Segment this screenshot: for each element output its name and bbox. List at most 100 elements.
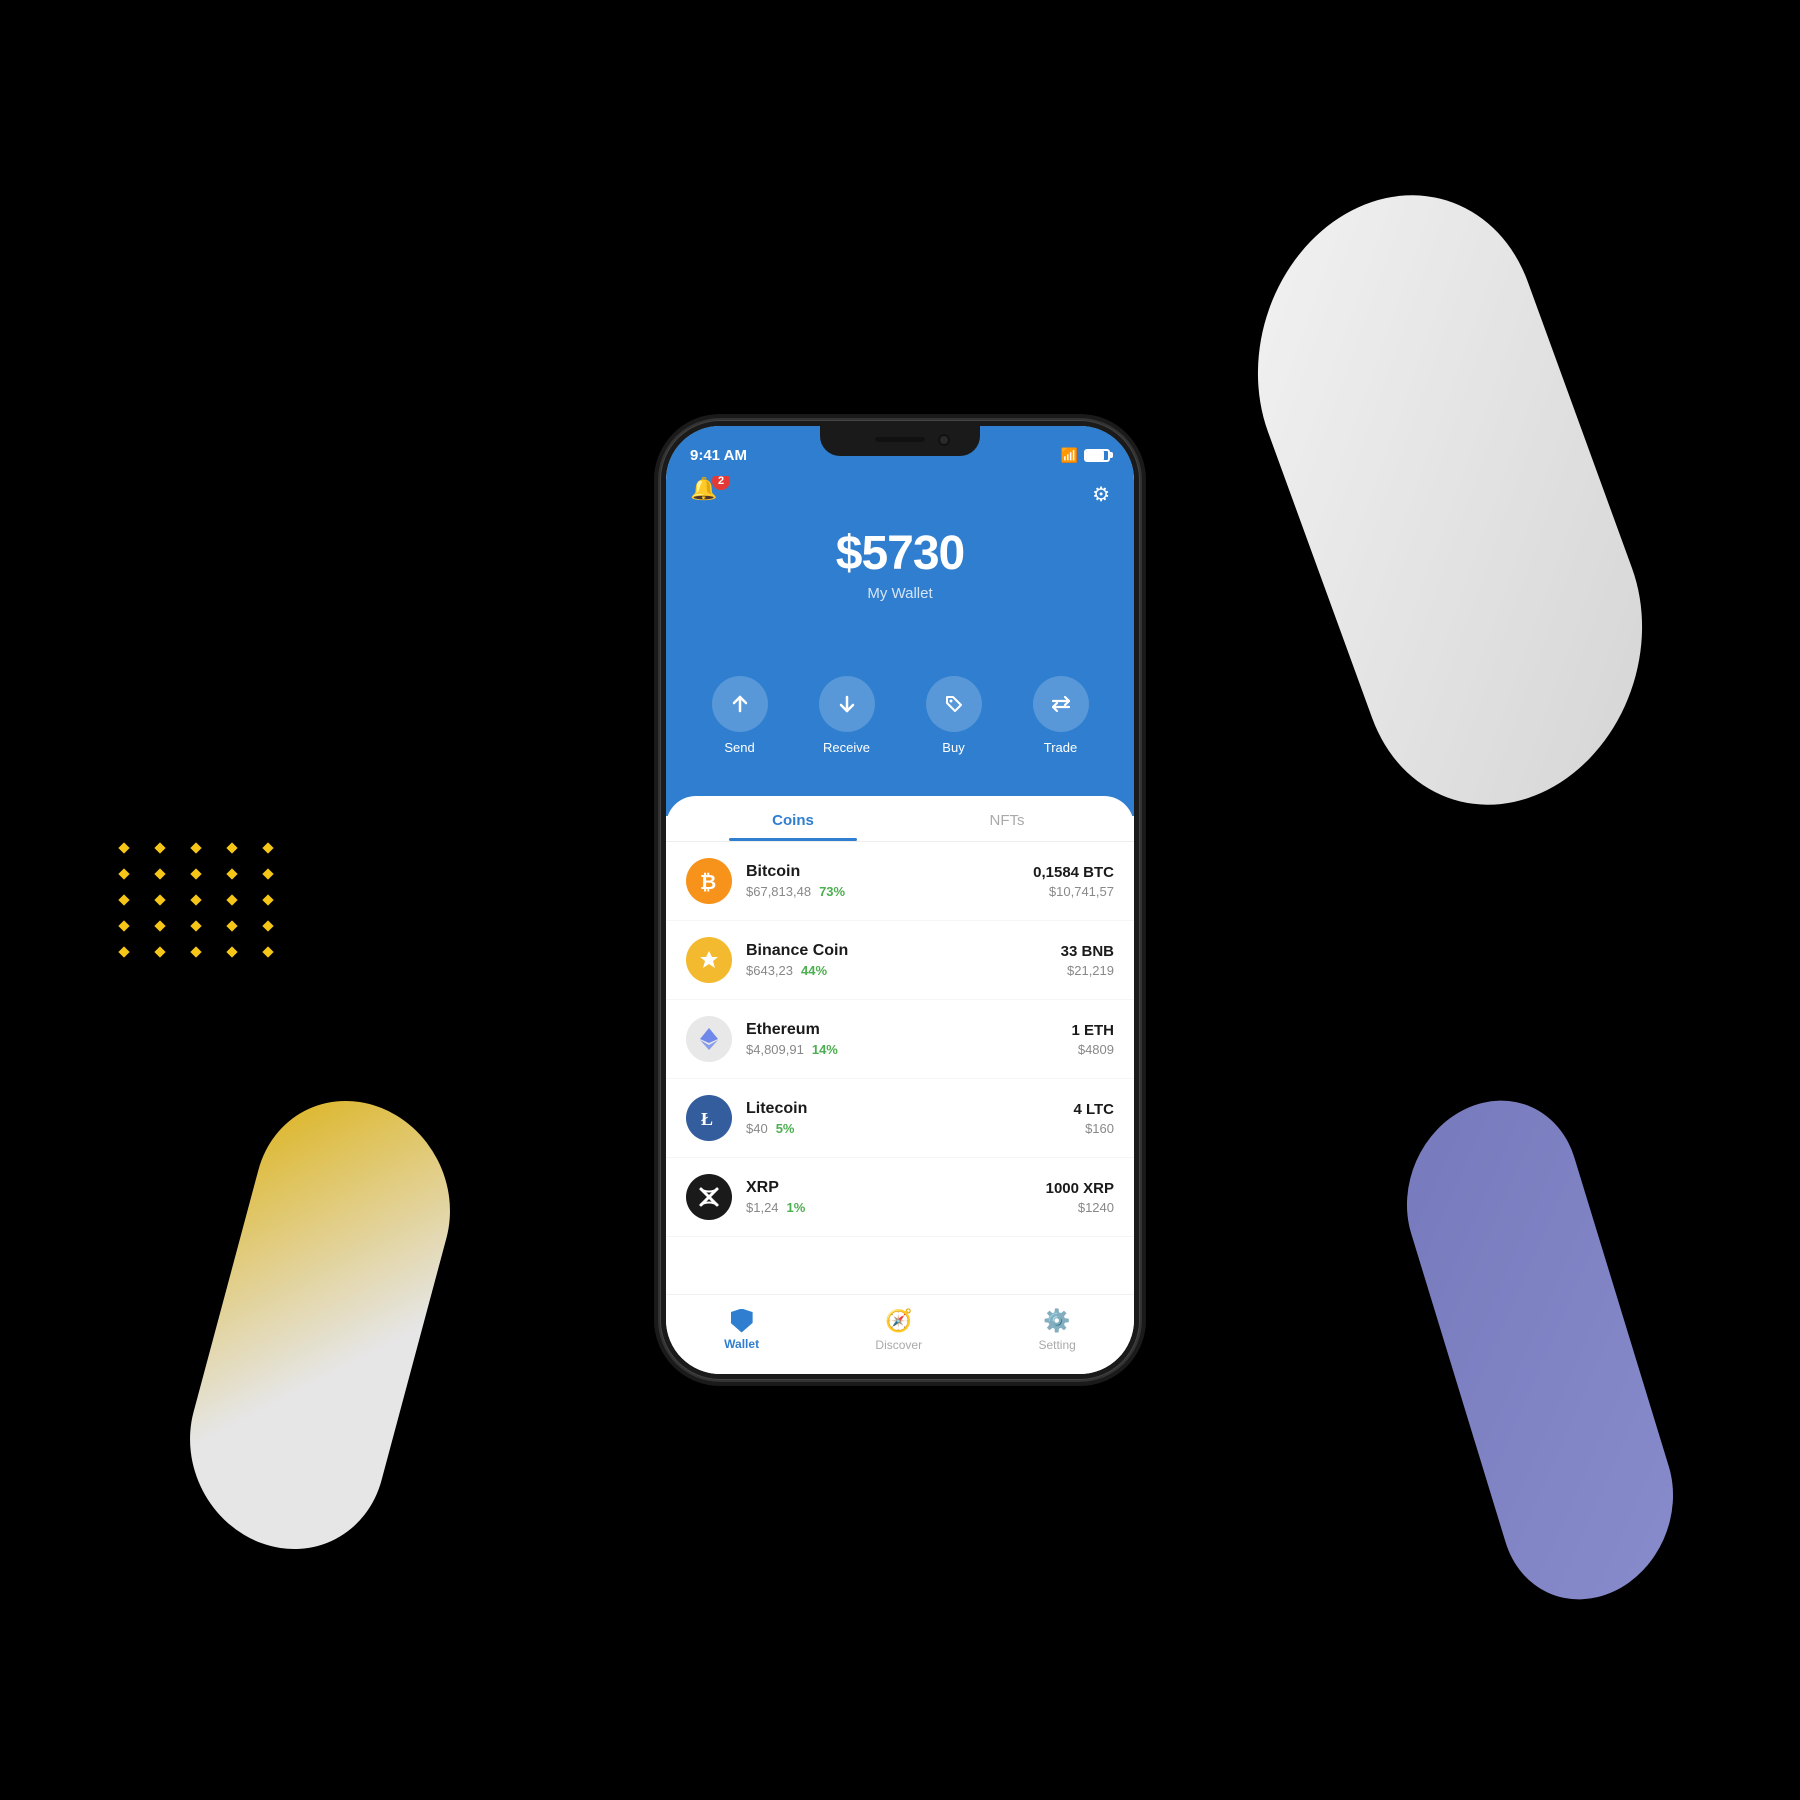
camera: [938, 434, 950, 446]
bnb-pct: 44%: [801, 963, 827, 978]
speaker: [875, 437, 925, 442]
tab-coins[interactable]: Coins: [686, 796, 900, 841]
trade-icon-circle: [1033, 676, 1089, 732]
bnb-icon: [696, 947, 722, 973]
screen: 9:41 AM 📶 🔔 2 ⚙ $5730 My Wallet: [666, 426, 1134, 1374]
nav-wallet-label: Wallet: [724, 1337, 759, 1351]
discover-icon: 🧭: [885, 1308, 912, 1334]
battery-icon: [1084, 449, 1110, 462]
wallet-amount-section: $5730 My Wallet: [666, 526, 1134, 602]
content-area: Coins NFTs ₿ Bitcoin: [666, 796, 1134, 1374]
bnb-value: $21,219: [1061, 963, 1114, 978]
eth-icon: [698, 1026, 720, 1052]
wallet-total-amount: $5730: [666, 526, 1134, 581]
eth-price: $4,809,91: [746, 1042, 804, 1057]
ltc-price-row: $40 5%: [746, 1121, 1073, 1136]
nav-discover-label: Discover: [875, 1338, 922, 1352]
svg-text:Ł: Ł: [701, 1109, 713, 1129]
trade-label: Trade: [1044, 740, 1077, 755]
bnb-name: Binance Coin: [746, 942, 1061, 960]
bnb-price: $643,23: [746, 963, 793, 978]
tab-nfts[interactable]: NFTs: [900, 796, 1114, 841]
coin-item-bnb[interactable]: Binance Coin $643,23 44% 33 BNB $21,219: [666, 921, 1134, 1000]
btc-name: Bitcoin: [746, 863, 1033, 881]
ltc-info: Litecoin $40 5%: [746, 1100, 1073, 1136]
notification-bell-container[interactable]: 🔔 2: [690, 476, 726, 512]
nav-wallet[interactable]: Wallet: [724, 1309, 759, 1351]
xrp-price: $1,24: [746, 1200, 779, 1215]
ltc-logo: Ł: [686, 1095, 732, 1141]
svg-text:₿: ₿: [700, 872, 716, 894]
filter-icon[interactable]: ⚙: [1092, 482, 1110, 507]
coin-item-btc[interactable]: ₿ Bitcoin $67,813,48 73% 0,1584 BTC $10,…: [666, 842, 1134, 921]
xrp-price-row: $1,24 1%: [746, 1200, 1046, 1215]
ribbon-white-bottom: [168, 1073, 473, 1578]
eth-amount: 1 ETH: [1071, 1022, 1114, 1039]
eth-info: Ethereum $4,809,91 14%: [746, 1021, 1071, 1057]
bottom-nav: Wallet 🧭 Discover ⚙️ Setting: [666, 1294, 1134, 1374]
action-buttons-row: Send Receive: [666, 676, 1134, 755]
xrp-logo: [686, 1174, 732, 1220]
bnb-price-row: $643,23 44%: [746, 963, 1061, 978]
xrp-pct: 1%: [787, 1200, 806, 1215]
ltc-value: $160: [1073, 1121, 1114, 1136]
eth-balance: 1 ETH $4809: [1071, 1022, 1114, 1057]
ribbon-purple: [1385, 1071, 1696, 1630]
bnb-info: Binance Coin $643,23 44%: [746, 942, 1061, 978]
bnb-amount: 33 BNB: [1061, 943, 1114, 960]
wallet-label: My Wallet: [666, 585, 1134, 602]
xrp-icon: [696, 1184, 722, 1210]
ltc-icon: Ł: [696, 1105, 722, 1131]
btc-balance: 0,1584 BTC $10,741,57: [1033, 864, 1114, 899]
battery-fill: [1086, 451, 1104, 460]
setting-icon: ⚙️: [1043, 1308, 1070, 1334]
send-arrow-icon: [729, 693, 751, 715]
xrp-amount: 1000 XRP: [1046, 1180, 1114, 1197]
coin-item-xrp[interactable]: XRP $1,24 1% 1000 XRP $1240: [666, 1158, 1134, 1237]
coin-item-eth[interactable]: Ethereum $4,809,91 14% 1 ETH $4809: [666, 1000, 1134, 1079]
nav-discover[interactable]: 🧭 Discover: [875, 1308, 922, 1352]
ltc-price: $40: [746, 1121, 768, 1136]
receive-arrow-icon: [836, 693, 858, 715]
xrp-balance: 1000 XRP $1240: [1046, 1180, 1114, 1215]
eth-logo: [686, 1016, 732, 1062]
buy-tag-icon: [943, 693, 965, 715]
ribbon-white-top: [1216, 139, 1684, 862]
buy-icon-circle: [926, 676, 982, 732]
trade-button[interactable]: Trade: [1033, 676, 1089, 755]
buy-button[interactable]: Buy: [926, 676, 982, 755]
wifi-icon: 📶: [1061, 447, 1078, 464]
bnb-logo: [686, 937, 732, 983]
status-time: 9:41 AM: [690, 447, 747, 464]
btc-price: $67,813,48: [746, 884, 811, 899]
trade-arrows-icon: [1050, 693, 1072, 715]
tabs-row: Coins NFTs: [666, 796, 1134, 842]
status-icons: 📶: [1061, 447, 1110, 464]
coin-item-ltc[interactable]: Ł Litecoin $40 5% 4 LTC $160: [666, 1079, 1134, 1158]
ltc-name: Litecoin: [746, 1100, 1073, 1118]
xrp-info: XRP $1,24 1%: [746, 1179, 1046, 1215]
bnb-balance: 33 BNB $21,219: [1061, 943, 1114, 978]
wallet-shield-icon: [731, 1309, 753, 1333]
send-icon-circle: [712, 676, 768, 732]
btc-pct: 73%: [819, 884, 845, 899]
nav-setting[interactable]: ⚙️ Setting: [1038, 1308, 1075, 1352]
btc-info: Bitcoin $67,813,48 73%: [746, 863, 1033, 899]
dot-grid: [120, 844, 282, 956]
phone-frame: 9:41 AM 📶 🔔 2 ⚙ $5730 My Wallet: [660, 420, 1140, 1380]
coin-list: ₿ Bitcoin $67,813,48 73% 0,1584 BTC $10,…: [666, 842, 1134, 1300]
eth-name: Ethereum: [746, 1021, 1071, 1039]
btc-icon: ₿: [696, 868, 722, 894]
eth-pct: 14%: [812, 1042, 838, 1057]
buy-label: Buy: [942, 740, 964, 755]
ltc-pct: 5%: [776, 1121, 795, 1136]
send-label: Send: [724, 740, 754, 755]
header-area: 🔔 2 ⚙ $5730 My Wallet: [666, 426, 1134, 816]
xrp-name: XRP: [746, 1179, 1046, 1197]
ltc-amount: 4 LTC: [1073, 1101, 1114, 1118]
eth-value: $4809: [1071, 1042, 1114, 1057]
header-top-row: 🔔 2 ⚙: [666, 476, 1134, 512]
btc-amount: 0,1584 BTC: [1033, 864, 1114, 881]
receive-button[interactable]: Receive: [819, 676, 875, 755]
send-button[interactable]: Send: [712, 676, 768, 755]
